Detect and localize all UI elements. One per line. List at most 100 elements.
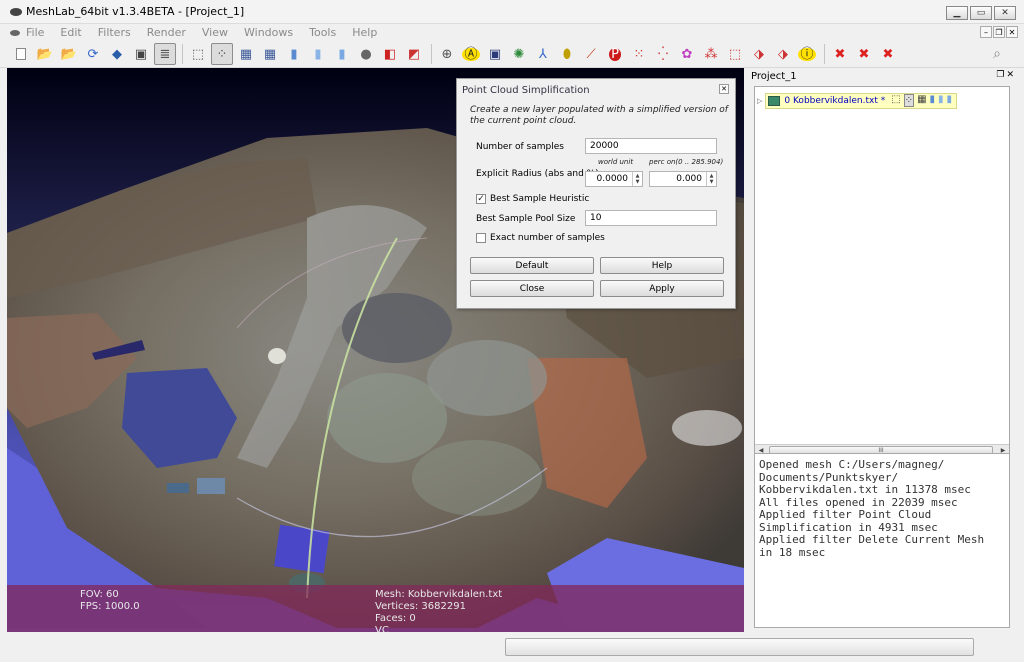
search-icon[interactable]: ⌕ — [986, 43, 1008, 65]
save-icon[interactable]: ◆ — [106, 43, 128, 65]
wireframe-icon[interactable]: ▦ — [235, 43, 257, 65]
menu-bar: File Edit Filters Render View Windows To… — [0, 24, 1024, 41]
texture-icon[interactable]: ◩ — [403, 43, 425, 65]
spin-arrows-icon[interactable]: ▲ ▼ — [706, 172, 716, 186]
num-samples-input[interactable]: 20000 — [585, 138, 717, 154]
point-cloud-simplification-dialog: Point Cloud Simplification ✕ Create a ne… — [456, 78, 736, 309]
smooth-icon[interactable]: ▮ — [331, 43, 353, 65]
menu-filters[interactable]: Filters — [98, 26, 131, 39]
pool-size-label: Best Sample Pool Size — [476, 214, 576, 224]
world-unit-label: world unit — [598, 158, 634, 166]
measure-icon[interactable]: ▣ — [484, 43, 506, 65]
points-icon[interactable]: ⁘ — [211, 43, 233, 65]
open-project-icon[interactable]: 📂 — [34, 43, 56, 65]
menu-file[interactable]: File — [26, 26, 44, 39]
mdi-controls: – ❐ ✕ — [980, 26, 1018, 38]
brush-icon[interactable]: ⟋ — [580, 43, 602, 65]
trackball-icon[interactable]: ⊕ — [436, 43, 458, 65]
layer-bbox-icon[interactable]: ⬚ — [891, 94, 900, 107]
layer-flatlines-icon[interactable]: ▮ — [930, 94, 936, 107]
delete-vertices-icon[interactable]: ✖ — [829, 43, 851, 65]
status-bar — [0, 632, 1024, 662]
dock-close-icon[interactable]: ✕ — [1006, 70, 1014, 80]
menu-render[interactable]: Render — [147, 26, 186, 39]
dialog-close-icon[interactable]: ✕ — [719, 84, 729, 94]
bbox-icon[interactable]: ⬚ — [187, 43, 209, 65]
faces-readout: Faces: 0 — [375, 613, 416, 624]
flat-lines-icon[interactable]: ▮ — [283, 43, 305, 65]
help-button[interactable]: Help — [600, 257, 724, 274]
cull-icon[interactable]: ◧ — [379, 43, 401, 65]
layer-row[interactable]: ▷ 0 Kobbervikdalen.txt * ⬚ ⁘ ▦ ▮ ▮ ▮ — [757, 92, 1007, 109]
expand-arrow-icon[interactable]: ▷ — [757, 97, 762, 105]
reload-icon[interactable]: ⟳ — [82, 43, 104, 65]
menu-help[interactable]: Help — [352, 26, 377, 39]
exact-samples-row[interactable]: Exact number of samples — [476, 233, 605, 243]
menu-view[interactable]: View — [202, 26, 228, 39]
globe-icon[interactable]: ✺ — [508, 43, 530, 65]
annotation-icon[interactable]: Ⓐ — [460, 43, 482, 65]
radius-label: Explicit Radius (abs and %) — [476, 169, 599, 179]
close-button[interactable]: ✕ — [994, 6, 1016, 20]
layer-points-icon[interactable]: ⁘ — [903, 94, 915, 107]
select-faces-icon[interactable]: ⬚ — [724, 43, 746, 65]
layers-icon[interactable]: ≣ — [154, 43, 176, 65]
flat-icon[interactable]: ▮ — [307, 43, 329, 65]
delete-selected-icon[interactable]: ⬗ — [772, 43, 794, 65]
menu-windows[interactable]: Windows — [244, 26, 293, 39]
window-controls: ▁ ▭ ✕ — [946, 6, 1016, 20]
radius-perc-spinbox[interactable]: 0.000 ▲ ▼ — [649, 171, 717, 187]
new-project-icon[interactable]: ▫ — [10, 43, 32, 65]
best-heuristic-checkbox[interactable]: ✓ — [476, 194, 486, 204]
apply-button[interactable]: Apply — [600, 280, 724, 297]
snapshot-icon[interactable]: ▣ — [130, 43, 152, 65]
toolbar-separator — [431, 44, 432, 64]
layer-visibility-icon[interactable] — [768, 95, 781, 106]
dialog-close-button[interactable]: Close — [470, 280, 594, 297]
best-heuristic-label: Best Sample Heuristic — [490, 194, 590, 204]
fov-readout: FOV: 60 — [80, 589, 119, 600]
perc-label: perc on(0 .. 285.904) — [649, 158, 724, 166]
select-vertex-icon[interactable]: ⁙ — [628, 43, 650, 65]
toolbar-separator — [182, 44, 183, 64]
main-toolbar: ▫ 📂 📂 ⟳ ◆ ▣ ≣ ⬚ ⁘ ▦ ▦ ▮ ▮ ▮ ● ◧ ◩ ⊕ Ⓐ ▣ ✺ ⅄ ⬮ ⟋ P ⁙ ⁛ ✿ ⁂ ⬚ ⬗ ⬗ ⓘ ✖ ✖ ✖ ⌕ — [0, 41, 1024, 68]
select-connected-icon[interactable]: ⬗ — [748, 43, 770, 65]
radius-abs-spinbox[interactable]: 0.0000 ▲ ▼ — [585, 171, 643, 187]
spin-arrows-icon[interactable]: ▲ ▼ — [632, 172, 642, 186]
pick-icon[interactable]: P — [604, 43, 626, 65]
layer-item[interactable]: 0 Kobbervikdalen.txt * ⬚ ⁘ ▦ ▮ ▮ ▮ — [765, 92, 958, 109]
select-region-icon[interactable]: ⁛ — [652, 43, 674, 65]
reference-icon[interactable]: ⁂ — [700, 43, 722, 65]
radius-abs-value: 0.0000 — [596, 174, 629, 184]
layer-wire-icon[interactable]: ▦ — [917, 94, 926, 107]
paint-icon[interactable]: ⬮ — [556, 43, 578, 65]
hidden-lines-icon[interactable]: ▦ — [259, 43, 281, 65]
default-button[interactable]: Default — [470, 257, 594, 274]
pool-size-input[interactable]: 10 — [585, 210, 717, 226]
info-icon[interactable]: ⓘ — [796, 43, 818, 65]
layer-tree[interactable]: ▷ 0 Kobbervikdalen.txt * ⬚ ⁘ ▦ ▮ ▮ ▮ ◀ I… — [754, 86, 1010, 458]
dock-float-icon[interactable]: ❐ — [996, 70, 1004, 80]
exact-samples-label: Exact number of samples — [490, 233, 605, 243]
exact-samples-checkbox[interactable] — [476, 233, 486, 243]
dock-controls: ❐ ✕ — [996, 70, 1014, 80]
log-window[interactable]: Opened mesh C:/Users/magneg/ Documents/P… — [754, 453, 1010, 628]
menu-edit[interactable]: Edit — [60, 26, 81, 39]
mdi-minimize-button[interactable]: – — [980, 26, 992, 38]
layer-name: 0 Kobbervikdalen.txt * — [784, 95, 886, 106]
document-icon[interactable] — [10, 29, 20, 36]
align-icon[interactable]: ✿ — [676, 43, 698, 65]
menu-tools[interactable]: Tools — [309, 26, 336, 39]
maximize-button[interactable]: ▭ — [970, 6, 992, 20]
layer-smooth-icon[interactable]: ▮ — [947, 94, 953, 107]
mdi-close-button[interactable]: ✕ — [1006, 26, 1018, 38]
layer-flat-icon[interactable]: ▮ — [938, 94, 944, 107]
minimize-button[interactable]: ▁ — [946, 6, 968, 20]
delete-all-icon[interactable]: ✖ — [877, 43, 899, 65]
delete-faces-icon[interactable]: ✖ — [853, 43, 875, 65]
axes-icon[interactable]: ⅄ — [532, 43, 554, 65]
import-mesh-icon[interactable]: 📂 — [58, 43, 80, 65]
mdi-restore-button[interactable]: ❐ — [993, 26, 1005, 38]
best-heuristic-row[interactable]: ✓ Best Sample Heuristic — [476, 194, 589, 204]
light-icon[interactable]: ● — [355, 43, 377, 65]
